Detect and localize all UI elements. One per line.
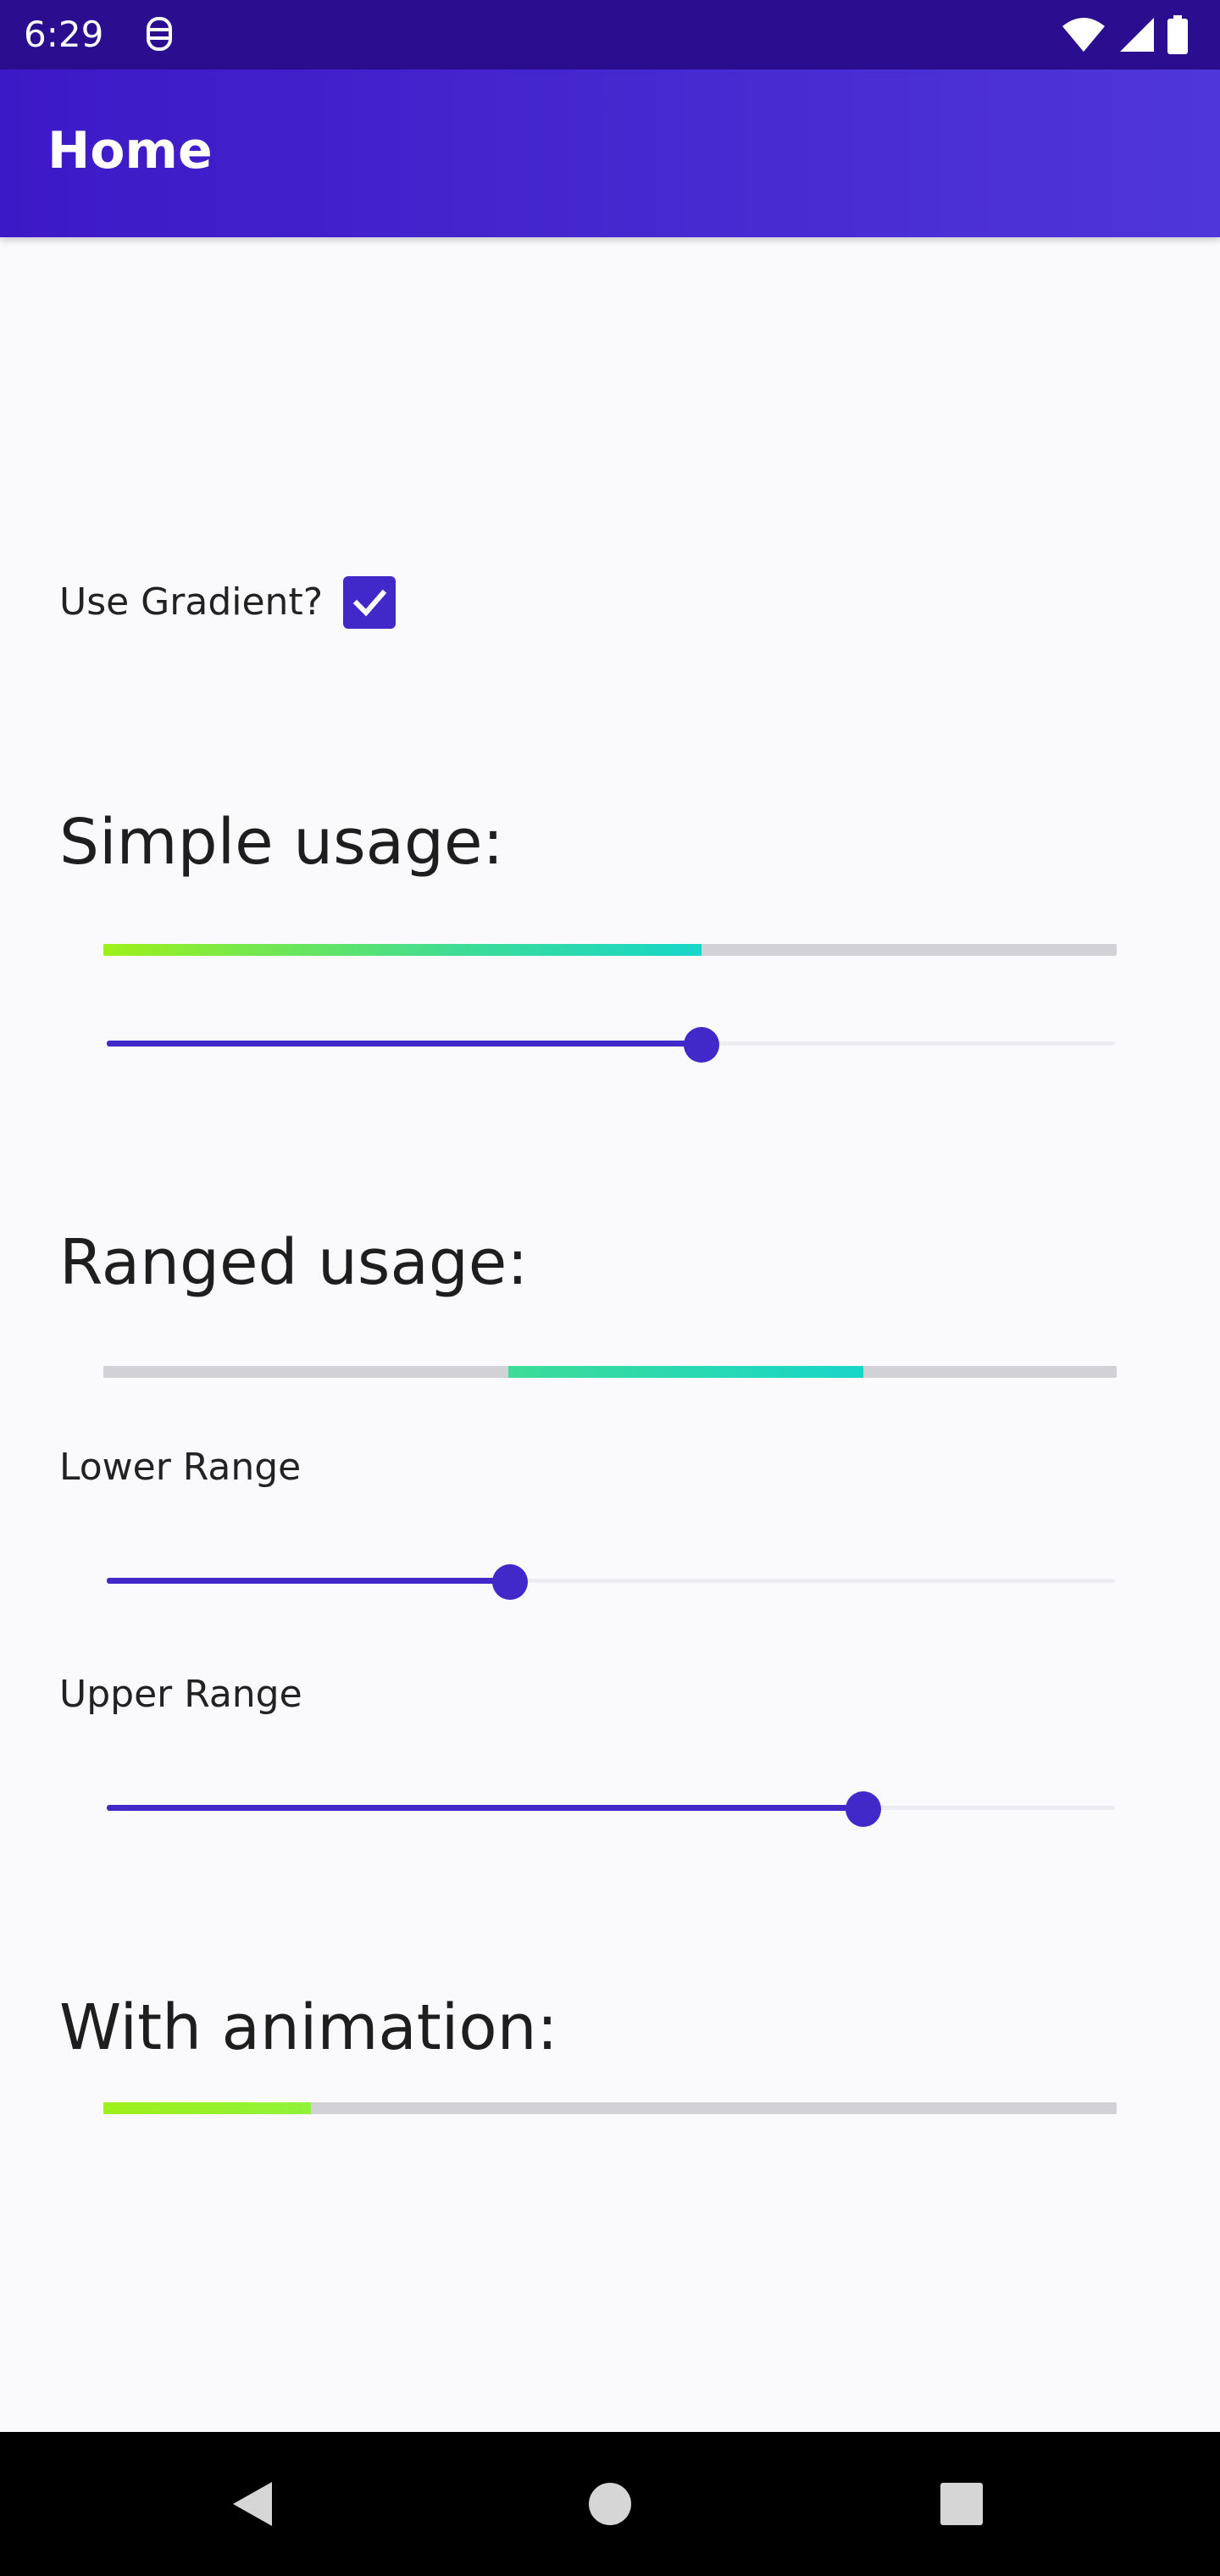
simple-progress-bar <box>103 944 1117 956</box>
simple-progress-fill <box>103 944 702 956</box>
upper-range-slider[interactable] <box>107 1783 1115 1834</box>
animated-progress-fill <box>103 2102 312 2114</box>
battery-icon <box>1166 15 1190 58</box>
use-gradient-row[interactable]: Use Gradient? <box>59 573 396 632</box>
app-notification-icon <box>141 15 178 53</box>
slider-thumb[interactable] <box>845 1791 881 1827</box>
home-icon[interactable] <box>580 2474 640 2534</box>
use-gradient-label: Use Gradient? <box>59 580 324 624</box>
slider-active-track <box>107 1805 863 1811</box>
slider-active-track <box>107 1578 510 1584</box>
recents-icon[interactable] <box>932 2474 991 2534</box>
check-icon <box>352 589 387 617</box>
lower-range-label: Lower Range <box>59 1446 302 1489</box>
page-title: Home <box>47 121 213 180</box>
ranged-progress-bar <box>103 1366 1117 1378</box>
slider-thumb[interactable] <box>684 1027 720 1063</box>
simple-usage-title: Simple usage: <box>59 806 504 879</box>
status-time: 6:29 <box>24 14 104 55</box>
status-bar: 6:29 <box>0 0 1220 69</box>
navigation-bar <box>0 2432 1220 2576</box>
wifi-icon <box>1061 16 1106 57</box>
lower-range-slider[interactable] <box>107 1556 1115 1607</box>
back-icon[interactable] <box>222 2474 281 2534</box>
simple-slider[interactable] <box>107 1019 1115 1069</box>
animation-usage-title: With animation: <box>59 1991 558 2064</box>
slider-thumb[interactable] <box>492 1564 528 1600</box>
app-bar: Home <box>0 69 1220 237</box>
slider-active-track <box>107 1041 702 1046</box>
ranged-progress-fill <box>508 1366 863 1378</box>
ranged-usage-title: Ranged usage: <box>59 1226 529 1299</box>
use-gradient-checkbox[interactable] <box>343 576 396 629</box>
signal-icon <box>1117 16 1156 57</box>
animated-progress-bar <box>103 2102 1117 2114</box>
upper-range-label: Upper Range <box>59 1673 302 1716</box>
